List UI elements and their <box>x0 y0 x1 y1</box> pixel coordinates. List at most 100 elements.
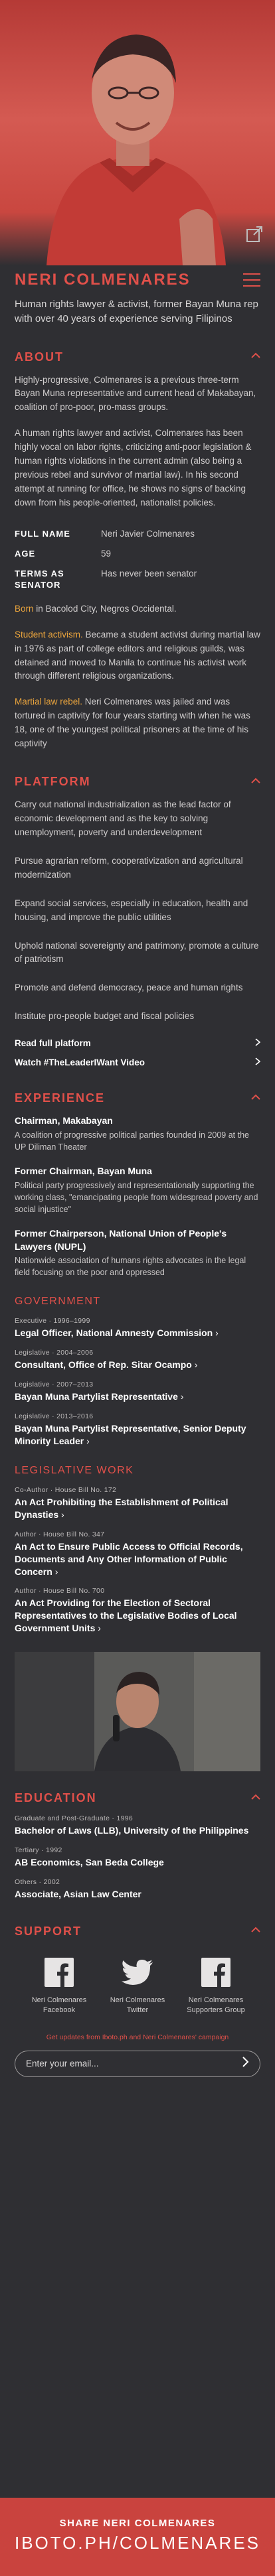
chevron-right-icon <box>255 1057 261 1067</box>
government-entry[interactable]: Executive · 1996–1999 Legal Officer, Nat… <box>0 1317 275 1339</box>
twitter-link[interactable]: Neri Colmenares Twitter <box>104 1956 171 2016</box>
about-header[interactable]: ABOUT <box>0 350 275 364</box>
chevron-right-icon: › <box>180 1391 184 1402</box>
share-label: SHARE NERI COLMENARES <box>59 2518 216 2529</box>
fact-value: 59 <box>101 549 112 559</box>
entry-title: An Act Providing for the Election of Sec… <box>15 1597 237 1634</box>
education-entry: Others · 2002 Associate, Asian Law Cente… <box>0 1878 275 1901</box>
about-paragraph: A human rights lawyer and activist, Colm… <box>15 428 252 508</box>
facts-table: FULL NAME Neri Javier Colmenares AGE 59 … <box>0 529 275 590</box>
share-url[interactable]: IBOTO.PH/COLMENARES <box>0 2533 275 2553</box>
entry-title: AB Economics, San Beda College <box>15 1856 164 1867</box>
government-entry[interactable]: Legislative · 2013–2016 Bayan Muna Party… <box>0 1412 275 1448</box>
platform-title: PLATFORM <box>15 775 91 789</box>
email-subscribe <box>15 2050 260 2077</box>
experience-title: EXPERIENCE <box>15 1091 106 1105</box>
entry-title: Bayan Muna Partylist Representative › <box>15 1391 184 1402</box>
government-entry[interactable]: Legislative · 2007–2013 Bayan Muna Party… <box>0 1381 275 1403</box>
fact-value: Has never been senator <box>101 569 197 579</box>
watch-video-link[interactable]: Watch #TheLeaderIWant Video <box>0 1057 275 1067</box>
twitter-label: Neri Colmenares Twitter <box>110 1996 165 2015</box>
menu-icon[interactable] <box>243 273 260 287</box>
hero-photo <box>0 0 275 265</box>
activism-label: Student activism. <box>15 629 83 640</box>
chevron-right-icon: › <box>54 1566 58 1577</box>
entry-meta: Graduate and Post-Graduate · 1996 <box>15 1814 134 1823</box>
supporters-group-label: Neri Colmenares Supporters Group <box>187 1996 245 2015</box>
supporters-group-link[interactable]: Neri Colmenares Supporters Group <box>183 1956 249 2016</box>
chevron-up-icon[interactable] <box>251 1094 260 1103</box>
fact-key: TERMS AS SENATOR <box>15 569 64 590</box>
fact-row: AGE 59 <box>15 549 260 559</box>
entry-meta: Legislative · 2007–2013 <box>15 1381 94 1389</box>
entry-meta: Author · House Bill No. 347 <box>15 1530 105 1538</box>
chevron-up-icon[interactable] <box>251 1927 260 1936</box>
education-entry: Graduate and Post-Graduate · 1996 Bachel… <box>0 1814 275 1837</box>
entry-title: Legal Officer, National Amnesty Commissi… <box>15 1327 219 1339</box>
education-header[interactable]: EDUCATION <box>0 1791 275 1805</box>
candidate-speaking-photo <box>15 1652 260 1772</box>
legislative-entry[interactable]: Author · House Bill No. 700 An Act Provi… <box>0 1587 275 1635</box>
chevron-right-icon: › <box>61 1509 64 1520</box>
platform-item: Pursue agrarian reform, cooperativizatio… <box>15 855 243 880</box>
legislative-entry[interactable]: Author · House Bill No. 347 An Act to En… <box>0 1530 275 1578</box>
chevron-right-icon: › <box>86 1436 90 1447</box>
platform-item: Uphold national sovereignty and patrimon… <box>15 940 259 965</box>
facebook-link[interactable]: Neri Colmenares Facebook <box>26 1956 92 2016</box>
facebook-label: Neri Colmenares Facebook <box>31 1996 87 2015</box>
experience-highlight: Former Chairman, Bayan Muna Political pa… <box>0 1165 275 1215</box>
born-label: Born <box>15 603 34 614</box>
experience-highlight: Chairman, Makabayan A coalition of progr… <box>0 1115 275 1153</box>
support-title: SUPPORT <box>15 1924 82 1938</box>
government-entry[interactable]: Legislative · 2004–2006 Consultant, Offi… <box>0 1349 275 1371</box>
share-icon[interactable] <box>246 226 263 243</box>
legislative-title: LEGISLATIVE WORK <box>15 1464 134 1476</box>
email-input[interactable] <box>26 2059 225 2069</box>
chevron-up-icon[interactable] <box>251 1794 260 1803</box>
share-footer[interactable]: SHARE NERI COLMENARES IBOTO.PH/COLMENARE… <box>0 2498 275 2576</box>
entry-title: Consultant, Office of Rep. Sitar Ocampo … <box>15 1359 198 1371</box>
education-title: EDUCATION <box>15 1791 97 1805</box>
experience-highlight-title: Chairman, Makabayan <box>15 1115 113 1126</box>
entry-meta: Legislative · 2013–2016 <box>15 1412 94 1421</box>
support-header[interactable]: SUPPORT <box>0 1925 275 1938</box>
fact-value: Neri Javier Colmenares <box>101 528 195 539</box>
facebook-icon <box>26 1956 92 1989</box>
experience-highlight-title: Former Chairperson, National Union of Pe… <box>15 1228 227 1252</box>
experience-highlight-desc: Political party progressively and repres… <box>15 1180 258 1214</box>
entry-meta: Co-Author · House Bill No. 172 <box>15 1485 117 1494</box>
about-paragraph: Highly-progressive, Colmenares is a prev… <box>15 374 256 413</box>
candidate-photo <box>46 34 226 265</box>
read-full-platform-link[interactable]: Read full platform <box>0 1038 275 1048</box>
entry-title: An Act Prohibiting the Establishment of … <box>15 1496 229 1520</box>
entry-meta: Author · House Bill No. 700 <box>15 1587 105 1595</box>
entry-meta: Tertiary · 1992 <box>15 1846 62 1854</box>
name-bar: NERI COLMENARES <box>0 265 275 295</box>
rebel-label: Martial law rebel. <box>15 697 83 707</box>
entry-title: An Act to Ensure Public Access to Offici… <box>15 1540 243 1577</box>
experience-highlight-desc: Nationwide association of humans rights … <box>15 1256 246 1278</box>
experience-highlight-title: Former Chairman, Bayan Muna <box>15 1166 152 1177</box>
candidate-tagline: Human rights lawyer & activist, former B… <box>15 299 258 324</box>
support-links: Neri Colmenares Facebook Neri Colmenares… <box>0 1956 275 2016</box>
watch-video-label: Watch #TheLeaderIWant Video <box>15 1057 145 1068</box>
platform-item: Carry out national industrialization as … <box>15 799 231 837</box>
supporters-group-icon <box>183 1956 249 1989</box>
page: NERI COLMENARES Human rights lawyer & ac… <box>0 0 275 2576</box>
legislative-entry[interactable]: Co-Author · House Bill No. 172 An Act Pr… <box>0 1486 275 1521</box>
born-paragraph: Born in Bacolod City, Negros Occidental. <box>0 602 275 616</box>
read-full-platform-label: Read full platform <box>15 1038 91 1049</box>
fact-row: TERMS AS SENATOR Has never been senator <box>15 569 260 590</box>
submit-arrow-icon[interactable] <box>242 2057 249 2070</box>
activism-paragraph: Student activism. Became a student activ… <box>0 628 275 684</box>
chevron-up-icon[interactable] <box>251 352 260 362</box>
platform-item: Expand social services, especially in ed… <box>15 898 248 922</box>
platform-item: Promote and defend democracy, peace and … <box>15 983 243 993</box>
platform-item: Institute pro-people budget and fiscal p… <box>15 1011 195 1022</box>
chevron-up-icon[interactable] <box>251 778 260 787</box>
experience-header[interactable]: EXPERIENCE <box>0 1091 275 1105</box>
platform-header[interactable]: PLATFORM <box>0 775 275 789</box>
experience-highlight-desc: A coalition of progressive political par… <box>15 1130 250 1152</box>
updates-text: Get updates from Iboto.ph and Neri Colme… <box>46 2033 229 2041</box>
born-text: in Bacolod City, Negros Occidental. <box>33 603 177 614</box>
